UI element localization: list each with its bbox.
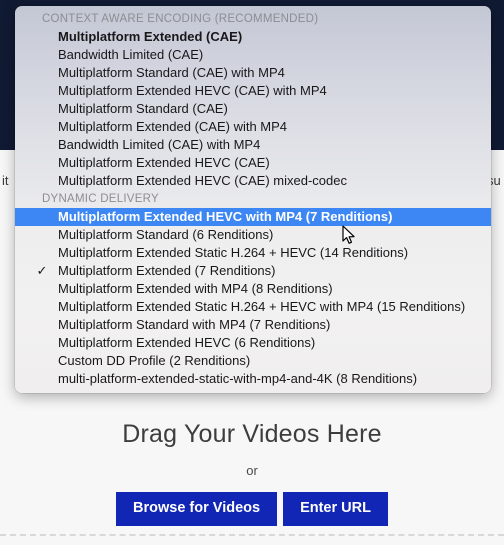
menu-item[interactable]: multi-platform-extended-static-with-mp4-… <box>15 370 491 388</box>
video-dropzone[interactable]: Drag Your Videos Here or Browse for Vide… <box>0 400 504 545</box>
menu-item[interactable]: Custom DD Profile (2 Renditions) <box>15 352 491 370</box>
checkmark-icon: ✓ <box>36 263 48 278</box>
menu-item-label: Multiplatform Extended Static H.264 + HE… <box>58 299 466 314</box>
menu-item[interactable]: Multiplatform Extended with MP4 (8 Rendi… <box>15 280 491 298</box>
menu-item[interactable]: Bandwidth Limited (CAE) <box>15 46 491 64</box>
screen-root: it su Drag Your Videos Here or Browse fo… <box>0 0 504 545</box>
menu-item-label: Bandwidth Limited (CAE) <box>58 47 204 62</box>
menu-item-label: Multiplatform Extended HEVC (CAE) mixed-… <box>58 173 347 188</box>
menu-item-label: Multiplatform Extended (CAE) <box>58 29 243 44</box>
menu-item-label: multi-platform-extended-static-with-mp4-… <box>58 371 418 386</box>
menu-item[interactable]: Multiplatform Extended (CAE) <box>15 28 491 46</box>
menu-item[interactable]: ✓ Multiplatform Extended (7 Renditions) <box>15 262 491 280</box>
menu-item[interactable]: Multiplatform Extended (CAE) with MP4 <box>15 118 491 136</box>
dropzone-title: Drag Your Videos Here <box>122 420 382 448</box>
menu-item[interactable]: Multiplatform Extended Static H.264 + HE… <box>15 244 491 262</box>
menu-item[interactable]: Multiplatform Extended HEVC with MP4 (7 … <box>15 208 491 226</box>
menu-item-label: Multiplatform Extended HEVC (CAE) with M… <box>58 83 327 98</box>
menu-section-header: CONTEXT AWARE ENCODING (RECOMMENDED) <box>42 13 319 25</box>
background-text-left: it <box>2 173 9 188</box>
dropzone-dashed-divider <box>0 534 504 536</box>
menu-item[interactable]: Bandwidth Limited (CAE) with MP4 <box>15 136 491 154</box>
browse-for-videos-button[interactable]: Browse for Videos <box>116 492 278 526</box>
dropzone-actions: Browse for Videos Enter URL <box>0 492 504 526</box>
menu-item[interactable]: Multiplatform Extended HEVC (CAE) with M… <box>15 82 491 100</box>
dropzone-or-label: or <box>246 463 258 478</box>
menu-item-label: Multiplatform Extended Static H.264 + HE… <box>58 245 409 260</box>
menu-item[interactable]: Multiplatform Standard (CAE) with MP4 <box>15 64 491 82</box>
menu-item-label: Multiplatform Standard (CAE) with MP4 <box>58 65 285 80</box>
menu-item[interactable]: Multiplatform Extended Static H.264 + HE… <box>15 298 491 316</box>
menu-item[interactable]: Multiplatform Standard with MP4 (7 Rendi… <box>15 316 491 334</box>
menu-item-label: Multiplatform Standard (6 Renditions) <box>58 227 274 242</box>
menu-item-label: Multiplatform Extended with MP4 (8 Rendi… <box>58 281 333 296</box>
menu-item-label: Multiplatform Extended HEVC (CAE) <box>58 155 270 170</box>
menu-item[interactable]: Multiplatform Extended HEVC (CAE) mixed-… <box>15 172 491 190</box>
menu-item-label: Multiplatform Standard (CAE) <box>58 101 228 116</box>
menu-item-label: Multiplatform Extended HEVC (6 Rendition… <box>58 335 316 350</box>
menu-item[interactable]: Multiplatform Standard (CAE) <box>15 100 491 118</box>
encoding-profile-menu[interactable]: CONTEXT AWARE ENCODING (RECOMMENDED) Mult… <box>15 6 491 393</box>
enter-url-button[interactable]: Enter URL <box>283 492 388 526</box>
menu-item-label: Multiplatform Standard with MP4 (7 Rendi… <box>58 317 331 332</box>
menu-item-label: Multiplatform Extended (CAE) with MP4 <box>58 119 288 134</box>
menu-section-header: DYNAMIC DELIVERY <box>42 193 159 205</box>
menu-item-label: Custom DD Profile (2 Renditions) <box>58 353 251 368</box>
menu-item[interactable]: Multiplatform Extended HEVC (6 Rendition… <box>15 334 491 352</box>
menu-item[interactable]: Multiplatform Standard (6 Renditions) <box>15 226 491 244</box>
menu-item-label: Multiplatform Extended (7 Renditions) <box>58 263 276 278</box>
menu-item-label: Bandwidth Limited (CAE) with MP4 <box>58 137 261 152</box>
menu-item-label: Multiplatform Extended HEVC with MP4 (7 … <box>58 209 393 224</box>
menu-item[interactable]: Multiplatform Extended HEVC (CAE) <box>15 154 491 172</box>
